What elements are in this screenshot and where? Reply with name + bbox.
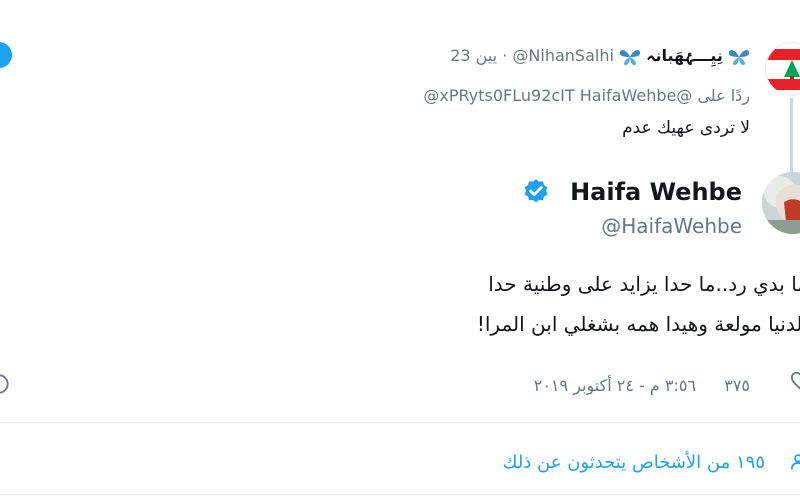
tweet-meta: ٣٧٥ ٣:٥٦ م - ٢٤ أكتوبر ٢٠١٩ — [533, 376, 750, 395]
reply-text: لا تردى عهيك عدم — [622, 118, 750, 138]
like-count[interactable]: ٣٧٥ — [724, 376, 750, 395]
people-icon[interactable] — [790, 451, 800, 473]
butterfly-icon — [619, 49, 641, 65]
people-talking-link[interactable]: ١٩٥ من الأشخاص يتحدثون عن ذلك — [503, 452, 765, 473]
thread-connector-line — [790, 98, 793, 172]
tweet-text-line-2: الدنيا مولعة وهيدا همه بشغلي ابن المرا! — [476, 312, 800, 336]
tweet-time[interactable]: ٣:٥٦ م — [650, 376, 696, 395]
main-avatar[interactable] — [762, 172, 800, 234]
info-icon[interactable] — [0, 373, 10, 395]
reply-avatar[interactable] — [765, 42, 800, 96]
reply-header: 23 يين · @NihanSalhi نِيِـــۂهَبانہ — [450, 46, 750, 66]
tweet-date[interactable]: ٢٤ أكتوبر ٢٠١٩ — [534, 376, 634, 395]
main-display-name[interactable]: Haifa Wehbe — [570, 178, 742, 206]
replying-to-prefix: ردًا على — [697, 86, 750, 105]
tweet-text-line-1: ما بدي رد..ما حدا يزايد على وطنية حدا — [488, 272, 800, 296]
avatar-photo-icon — [762, 172, 800, 234]
reply-timestamp[interactable]: 23 يين — [450, 46, 497, 65]
replying-to-handles[interactable]: @xPRyts0FLu92cIT HaifaWehbe@ — [423, 86, 692, 105]
replying-to: @xPRyts0FLu92cIT HaifaWehbe@ ردًا على — [423, 86, 750, 105]
reply-display-name[interactable]: نِيِـــۂهَبانہ — [646, 46, 723, 65]
divider — [0, 494, 800, 495]
verified-badge-icon — [524, 179, 548, 203]
main-handle[interactable]: @HaifaWehbe — [601, 214, 742, 238]
butterfly-icon — [728, 49, 750, 65]
heart-icon[interactable] — [790, 370, 800, 392]
verified-badge-icon — [0, 42, 12, 68]
divider — [0, 422, 800, 423]
reply-handle[interactable]: @NihanSalhi — [512, 46, 614, 65]
lebanon-flag-icon — [766, 43, 800, 95]
